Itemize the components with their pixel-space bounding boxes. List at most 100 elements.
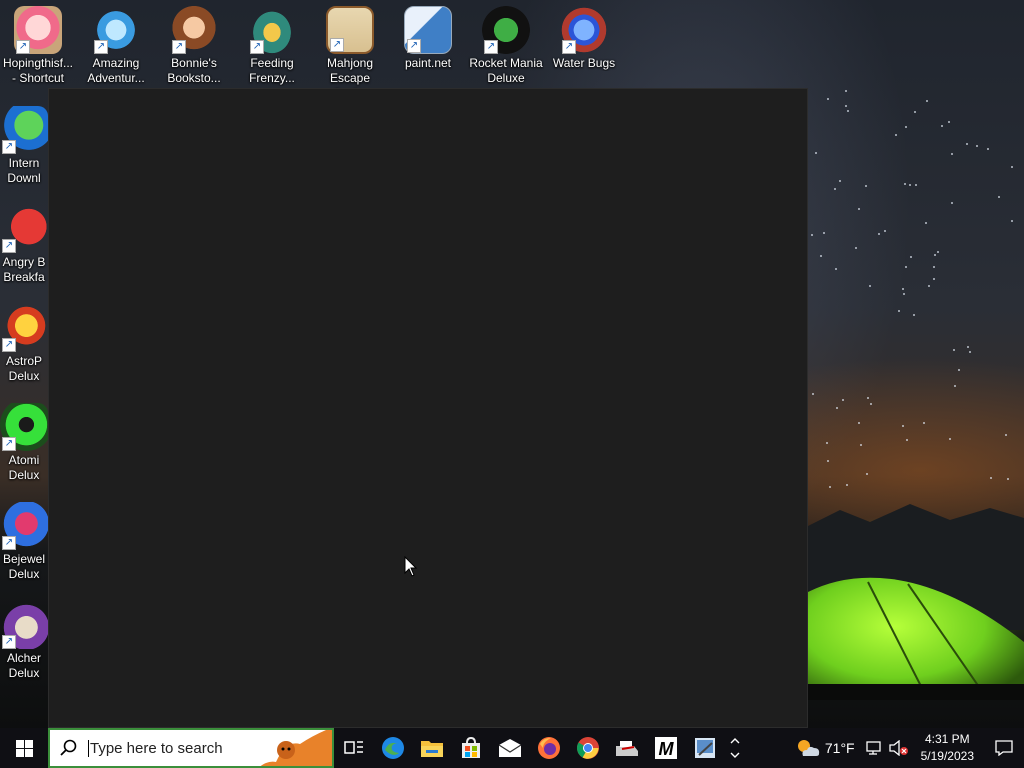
taskbar-printer-app[interactable] [607,728,646,768]
task-view-icon [343,741,363,754]
desktop-icon-radiation[interactable]: ↗ Atomi Delux [0,397,48,483]
taskbar-firefox[interactable] [529,728,568,768]
taskbar-search-box[interactable] [48,728,334,768]
star [948,120,951,123]
weather-widget[interactable]: 71°F [795,728,863,768]
anime-girl-icon: ↗ [14,6,62,54]
taskbar-m-app[interactable]: M [646,728,685,768]
network-tray-button[interactable] [863,728,887,768]
star [820,254,822,257]
star [902,425,905,428]
star [898,310,901,313]
porthole-icon: ↗ [560,6,608,54]
m-app-icon: M [654,737,677,759]
diamond-icon: ↗ [92,6,140,54]
star [868,285,871,288]
desktop-icon-porthole[interactable]: ↗ Water Bugs [546,0,622,71]
desktop-icon-rocket[interactable]: ↗ Rocket Mania Deluxe [468,0,544,86]
desktop-icon-label: Amazing Adventur... [87,56,145,85]
desktop-icon-label: AstroP Delux [5,354,42,383]
desktop-icon-angry-bird[interactable]: ↗ Angry B Breakfa [0,199,48,285]
shortcut-arrow-icon: ↗ [562,40,576,54]
desktop-icon-wizard[interactable]: ↗ Alcher Delux [0,595,48,681]
desktop-icon-label: Intern Downl [7,156,41,185]
desktop-icon-gem-2[interactable]: ↗ Bejewel Delux [0,496,48,582]
desktop-icon-anime-girl[interactable]: ↗ Hopingthisf... - Shortcut [0,0,76,86]
desktop-icon-bonnie-face[interactable]: ↗ Bonnie's Booksto... [156,0,232,86]
action-center-button[interactable] [984,728,1024,768]
shortcut-arrow-icon: ↗ [2,140,16,154]
star [924,222,927,225]
star [976,144,979,147]
desktop-icon-diamond[interactable]: ↗ Amazing Adventur... [78,0,154,86]
wizard-icon: ↗ [0,601,48,649]
desktop-icon-label: Feeding Frenzy... [249,56,295,85]
star [826,460,829,463]
desktop-icon-globe-download[interactable]: ↗ Intern Downl [0,100,48,186]
chrome-icon [576,737,599,759]
weather-temperature: 71°F [824,740,855,756]
star [836,407,839,410]
volume-tray-button[interactable] [887,728,911,768]
paint-icon: ↗ [404,6,452,54]
taskbar-chrome[interactable] [568,728,607,768]
firefox-icon [537,737,560,759]
star [903,292,906,295]
star [866,472,868,475]
taskbar-clock[interactable]: 4:31 PM 5/19/2023 [911,731,984,765]
star [936,250,939,253]
blank-app-window[interactable] [48,88,808,728]
windows-logo-icon [15,739,33,757]
shortcut-arrow-icon: ↗ [407,39,421,53]
star [958,369,961,372]
star [910,255,913,258]
taskbar-file-explorer[interactable] [412,728,451,768]
taskbar-store[interactable] [451,728,490,768]
star [845,484,848,487]
file-explorer-icon [420,741,443,757]
taskbar-edge[interactable] [373,728,412,768]
taskbar-mail[interactable] [490,728,529,768]
shortcut-arrow-icon: ↗ [2,536,16,550]
taskbar-paint-net[interactable] [685,728,724,768]
star [966,142,969,145]
search-input[interactable] [88,739,258,757]
star [828,486,831,489]
star [865,184,868,187]
system-tray: 71°F 4:31 PM 5/19/2023 [795,728,1024,768]
desktop-icon-astro-star[interactable]: ↗ AstroP Delux [0,298,48,384]
clock-date: 5/19/2023 [920,749,974,763]
shortcut-arrow-icon: ↗ [2,437,16,451]
shortcut-arrow-icon: ↗ [2,338,16,352]
start-button[interactable] [0,728,48,768]
star [1004,434,1007,437]
star [905,438,908,441]
desktop-icon-paint[interactable]: ↗ paint.net [390,0,466,71]
task-view-button[interactable] [334,728,373,768]
mouse-cursor-icon [404,556,418,577]
taskbar-overflow-chevrons[interactable] [724,728,746,768]
star [913,110,916,113]
shortcut-arrow-icon: ↗ [330,38,344,52]
star [869,402,872,405]
shortcut-arrow-icon: ↗ [94,40,108,54]
radiation-icon: ↗ [0,403,48,451]
star [811,392,814,395]
shortcut-arrow-icon: ↗ [250,40,264,54]
star [941,124,944,127]
desktop-icon-torii-gate[interactable]: ↗Mahjong Escape Anci... [312,0,388,101]
edge-icon [381,737,404,759]
clock-time: 4:31 PM [924,732,970,746]
star [847,110,849,113]
star [987,148,990,151]
star [990,477,993,480]
star [827,98,830,101]
globe-download-icon: ↗ [0,106,48,154]
desktop-icon-label: Rocket Mania Deluxe [469,56,543,85]
desktop-icon-label: Angry B Breakfa [2,255,46,284]
gem-2-icon: ↗ [0,502,48,550]
shortcut-arrow-icon: ↗ [172,40,186,54]
star [933,266,935,269]
desktop-icon-label: paint.net [404,56,452,70]
desktop-icon-fish[interactable]: ↗ Feeding Frenzy... [234,0,310,86]
